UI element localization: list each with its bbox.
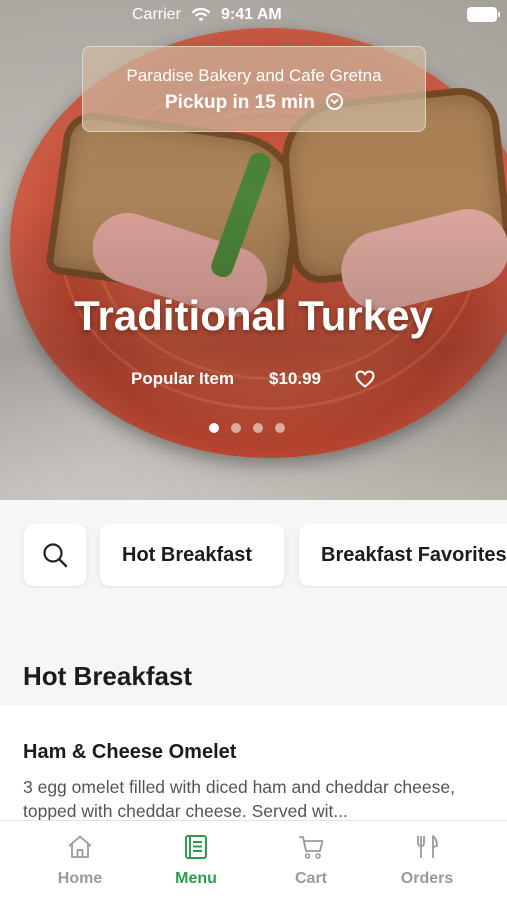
carousel-dot[interactable] xyxy=(275,423,285,433)
hero-item-title: Traditional Turkey xyxy=(74,292,433,339)
carousel-dot[interactable] xyxy=(231,423,241,433)
wifi-icon xyxy=(191,7,211,22)
menu-item-name: Ham & Cheese Omelet xyxy=(23,741,237,763)
tab-bar: Home Menu Cart Orders xyxy=(0,820,507,900)
pickup-label: Pickup in 15 min xyxy=(164,92,315,113)
menu-book-icon xyxy=(185,835,207,859)
tab-home-label: Home xyxy=(57,870,103,887)
home-icon xyxy=(68,835,92,858)
tab-menu-label: Menu xyxy=(175,870,217,887)
carrier-label: Carrier xyxy=(132,6,181,23)
section-title: Hot Breakfast xyxy=(23,661,193,691)
search-button[interactable] xyxy=(24,524,86,586)
tab-orders-label: Orders xyxy=(400,870,454,887)
tab-orders[interactable]: Orders xyxy=(372,821,482,900)
hero-banner[interactable]: Carrier 9:41 AM Paradise Bakery and Cafe… xyxy=(0,0,507,500)
tab-cart[interactable]: Cart xyxy=(256,821,366,900)
carousel-dot[interactable] xyxy=(253,423,263,433)
tab-home[interactable]: Home xyxy=(25,821,135,900)
hero-item-price: $10.99 xyxy=(269,369,321,388)
menu-item-description: 3 egg omelet filled with diced ham and c… xyxy=(23,777,455,821)
category-chip-breakfast-favorites[interactable]: Breakfast Favorites xyxy=(299,524,507,586)
store-name: Paradise Bakery and Cafe Gretna xyxy=(126,66,382,85)
location-selector[interactable]: Paradise Bakery and Cafe Gretna Pickup i… xyxy=(82,46,426,132)
popular-badge: Popular Item xyxy=(131,369,234,388)
heart-icon[interactable] xyxy=(355,370,375,388)
cart-icon xyxy=(299,836,324,859)
search-icon xyxy=(43,543,68,568)
category-bar: Hot Breakfast Breakfast Favorites xyxy=(0,524,507,588)
battery-icon xyxy=(467,7,500,22)
tab-cart-label: Cart xyxy=(294,870,327,887)
clock: 9:41 AM xyxy=(221,6,282,23)
chevron-down-icon xyxy=(326,93,344,110)
pickup-time[interactable]: Pickup in 15 min xyxy=(83,92,425,114)
status-bar: Carrier 9:41 AM xyxy=(0,0,507,30)
carousel-dot[interactable] xyxy=(209,423,219,433)
category-chip-hot-breakfast[interactable]: Hot Breakfast xyxy=(100,524,284,586)
fork-knife-icon xyxy=(417,835,438,858)
tab-menu[interactable]: Menu xyxy=(141,821,251,900)
